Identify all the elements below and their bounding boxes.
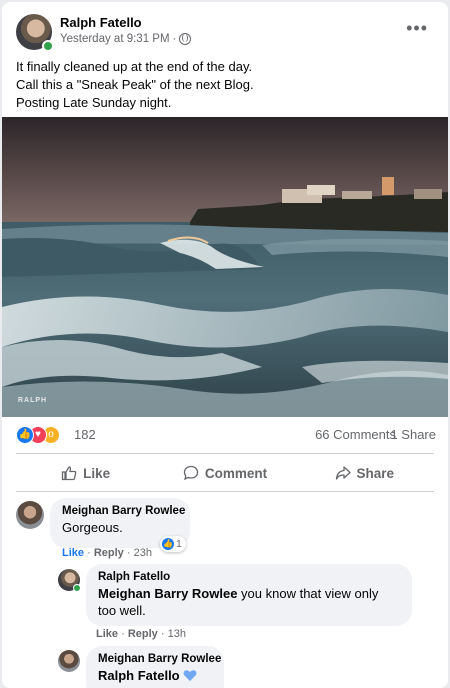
post-card: Ralph Fatello Yesterday at 9:31 PM · •••… [2, 2, 448, 688]
shares-count[interactable]: 1 Share [390, 427, 436, 442]
reaction-icons[interactable]: 👍 ♥ o [16, 426, 70, 444]
more-options-icon[interactable]: ••• [406, 18, 428, 39]
comment-reaction-count: 1 [176, 538, 182, 550]
post-meta: Yesterday at 9:31 PM · [60, 33, 192, 45]
heart-icon [183, 670, 197, 681]
reaction-count[interactable]: 182 [74, 427, 96, 442]
comments-count[interactable]: 66 Comments [315, 427, 396, 442]
like-button-label: Like [83, 465, 111, 481]
like-reaction-icon: 👍 [16, 426, 34, 444]
mention-link[interactable]: Meighan Barry Rowlee [98, 586, 237, 601]
comment-reaction-badge[interactable]: 👍 1 [160, 536, 186, 552]
post-text-line: Posting Late Sunday night. [16, 95, 172, 110]
comment-actions: Like · Reply · 23h [62, 547, 152, 559]
comment-reply-link[interactable]: Reply [128, 628, 158, 640]
comment-time[interactable]: 23h [134, 547, 152, 559]
comment-time[interactable]: 13h [168, 628, 186, 640]
reactions-summary: 👍 ♥ o 182 66 Comments 1 Share [16, 424, 436, 446]
commenter-name[interactable]: Meighan Barry Rowlee [62, 505, 185, 517]
comment-text: Meighan Barry Rowlee you know that view … [98, 585, 400, 619]
comment-actions: Like · Reply · 13h [96, 628, 186, 640]
meta-separator: · [172, 33, 177, 45]
online-status-icon [42, 40, 54, 52]
post-text: It finally cleaned up at the end of the … [16, 58, 254, 112]
divider [16, 491, 434, 492]
comment-text: Gorgeous. [62, 520, 123, 535]
comment-icon [183, 465, 199, 481]
post-text-line: Call this a "Sneak Peak" of the next Blo… [16, 77, 254, 92]
ocean-wave-photo: RALPH [2, 117, 448, 417]
like-button[interactable]: Like [16, 457, 155, 489]
share-icon [335, 466, 351, 480]
online-status-icon [73, 584, 81, 592]
comment-text-part: you know that view only [237, 586, 379, 601]
comment-like-link[interactable]: Like [62, 547, 84, 559]
commenter-avatar[interactable] [16, 501, 44, 529]
commenter-name[interactable]: Meighan Barry Rowlee [98, 653, 221, 665]
share-button[interactable]: Share [295, 457, 434, 489]
commenter-name[interactable]: Ralph Fatello [98, 571, 400, 583]
mention-link[interactable]: Ralph Fatello [98, 668, 180, 683]
comment-button-label: Comment [204, 465, 268, 481]
comment-like-link[interactable]: Like [96, 628, 118, 640]
post-actions: Like Comment Share [16, 457, 434, 489]
comment-text: Ralph Fatello [98, 667, 212, 684]
comment-bubble: Ralph Fatello Meighan Barry Rowlee you k… [86, 564, 412, 626]
globe-icon[interactable] [179, 33, 192, 45]
comment-bubble: Meighan Barry Rowlee Ralph Fatello [86, 646, 224, 688]
post-header: Ralph Fatello Yesterday at 9:31 PM · ••• [2, 2, 448, 54]
divider [16, 453, 434, 454]
share-button-label: Share [356, 465, 395, 481]
comment-text-part: too well. [98, 603, 146, 618]
thumbs-up-icon [62, 466, 77, 481]
post-timestamp[interactable]: Yesterday at 9:31 PM [60, 33, 170, 45]
comment-reply-link[interactable]: Reply [94, 547, 124, 559]
like-reaction-icon: 👍 [162, 538, 174, 550]
commenter-avatar[interactable] [58, 650, 80, 672]
author-name[interactable]: Ralph Fatello [60, 15, 142, 30]
comment-button[interactable]: Comment [155, 457, 294, 489]
post-photo[interactable]: RALPH [2, 117, 448, 417]
post-text-line: It finally cleaned up at the end of the … [16, 59, 253, 74]
photo-watermark: RALPH [18, 397, 47, 404]
